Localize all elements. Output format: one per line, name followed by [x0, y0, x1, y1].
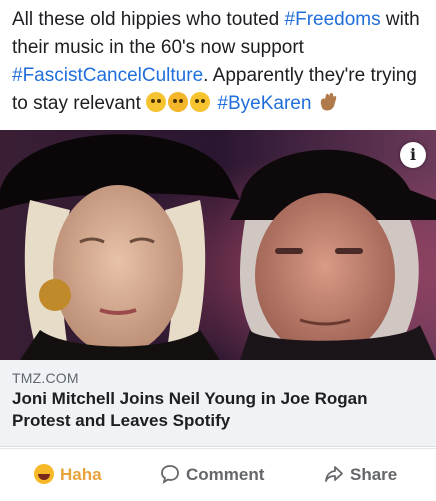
link-domain: TMZ.COM: [12, 370, 79, 386]
hashtag-fascistcancelculture[interactable]: #FascistCancelCulture: [12, 65, 203, 86]
frowning-emoji: [168, 92, 189, 112]
share-icon: [325, 466, 343, 482]
share-button[interactable]: Share: [324, 459, 397, 491]
photo-artwork: [0, 130, 436, 360]
haha-button[interactable]: Haha: [34, 459, 102, 491]
comment-button[interactable]: Comment: [160, 459, 264, 491]
action-bar: Haha Comment Share: [0, 448, 436, 501]
post-text-part: All these old hippies who touted: [12, 9, 285, 30]
link-preview-image[interactable]: [0, 130, 436, 360]
post-text: All these old hippies who touted #Freedo…: [12, 6, 428, 118]
hashtag-freedoms[interactable]: #Freedoms: [285, 9, 381, 30]
comment-icon: [161, 465, 179, 484]
wave-hand-emoji: [320, 92, 336, 111]
link-preview-card[interactable]: TMZ.COM Joni Mitchell Joins Neil Young i…: [0, 360, 436, 447]
link-title[interactable]: Joni Mitchell Joins Neil Young in Joe Ro…: [12, 388, 426, 432]
haha-label: Haha: [60, 465, 102, 484]
comment-label: Comment: [186, 465, 265, 484]
hashtag-byekaren[interactable]: #ByeKaren: [217, 93, 311, 114]
eyeroll-emoji: [146, 92, 167, 112]
haha-icon: [34, 464, 54, 484]
share-label: Share: [350, 465, 398, 484]
info-icon[interactable]: i: [400, 142, 426, 168]
thinking-emoji: [190, 92, 211, 112]
